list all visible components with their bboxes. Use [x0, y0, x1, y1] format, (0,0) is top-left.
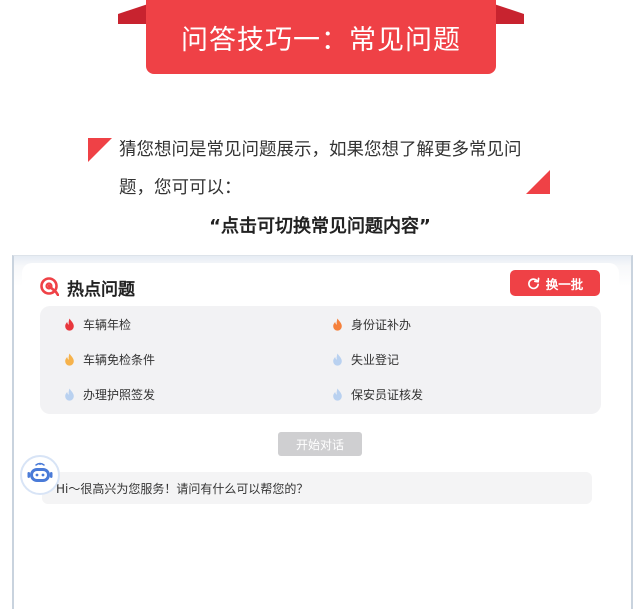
hot-questions-icon	[40, 277, 59, 296]
flame-yellow-icon	[65, 353, 74, 366]
greeting-text: Hi～很高兴为您服务！请问有什么可以帮您的？	[56, 481, 309, 496]
topic-item[interactable]: 车辆年检	[64, 316, 131, 333]
topic-label: 失业登记	[351, 353, 400, 367]
hot-questions-title: 热点问题	[67, 280, 135, 300]
refresh-icon	[527, 277, 540, 289]
intro-cta: “点击可切换常见问题内容”	[209, 216, 431, 237]
topic-label: 保安员证核发	[351, 388, 424, 402]
topic-label: 车辆免检条件	[83, 353, 156, 367]
topic-label: 身份证补办	[351, 318, 412, 332]
flame-red-icon	[65, 318, 74, 331]
intro-text: 猜您想问是常见问题展示，如果您想了解更多常见问题，您可可以：	[119, 140, 522, 198]
topic-label: 办理护照签发	[83, 388, 156, 402]
decor-triangle-left	[88, 138, 112, 162]
greeting-bubble: Hi～很高兴为您服务！请问有什么可以帮您的？	[42, 472, 592, 504]
topic-item[interactable]: 失业登记	[332, 351, 399, 368]
ribbon-wing-right	[494, 4, 524, 24]
topic-item[interactable]: 身份证补办	[332, 316, 411, 333]
topic-item[interactable]: 保安员证核发	[332, 386, 423, 403]
title-banner: 问答技巧一：常见问题	[146, 0, 496, 74]
topic-label: 车辆年检	[83, 318, 132, 332]
banner-title: 问答技巧一：常见问题	[181, 24, 461, 56]
flame-blue-icon	[333, 388, 342, 401]
flame-orange-icon	[333, 318, 342, 331]
start-chat-button[interactable]: 开始对话	[278, 432, 362, 456]
ribbon-wing-left	[118, 4, 148, 24]
refresh-label: 换一批	[545, 276, 584, 292]
topic-item[interactable]: 车辆免检条件	[64, 351, 155, 368]
flame-blue-icon	[333, 353, 342, 366]
topic-item[interactable]: 办理护照签发	[64, 386, 155, 403]
flame-blue-icon	[65, 388, 74, 401]
refresh-topics-button[interactable]: 换一批	[510, 270, 600, 296]
robot-avatar-icon	[20, 455, 60, 495]
